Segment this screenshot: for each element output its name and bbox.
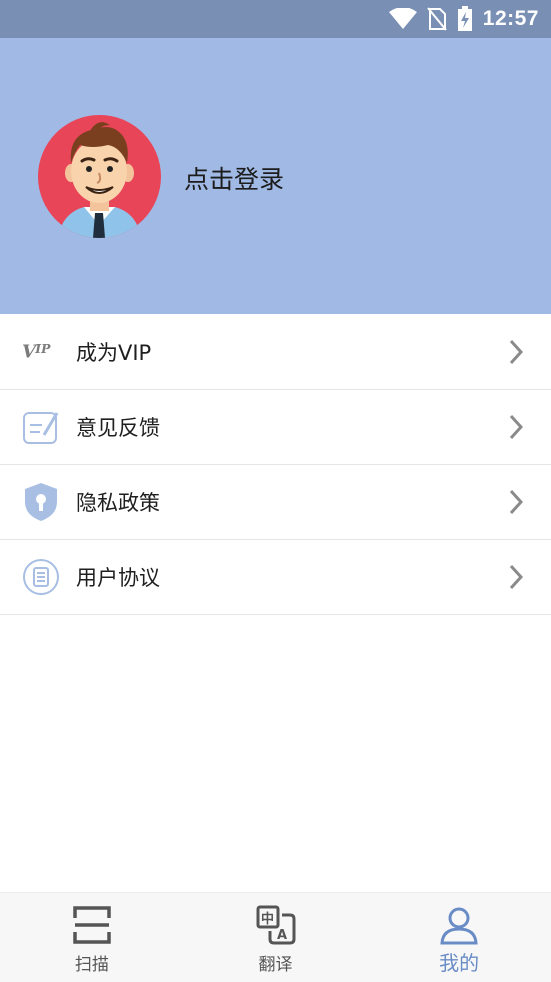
no-sim-icon	[427, 7, 447, 31]
chevron-right-icon	[509, 564, 523, 590]
menu-item-privacy[interactable]: 隐私政策	[0, 465, 551, 540]
tab-label-mine: 我的	[439, 951, 480, 975]
menu-item-user-agreement[interactable]: 用户协议	[0, 540, 551, 615]
profile-header: 点击登录	[0, 38, 551, 314]
svg-text:中: 中	[261, 911, 274, 927]
status-icons: 12:57	[388, 0, 539, 38]
menu-item-vip[interactable]: V IP 成为VIP	[0, 315, 551, 390]
settings-menu: V IP 成为VIP 意见反馈 隐私政策 用户协议	[0, 315, 551, 615]
feedback-icon	[22, 408, 60, 446]
chevron-right-icon	[509, 414, 523, 440]
tab-label-translate: 翻译	[258, 955, 293, 975]
chevron-right-icon	[509, 339, 523, 365]
bottom-navigation: 扫描 中 A 翻译 我的	[0, 892, 551, 982]
svg-text:A: A	[277, 928, 287, 943]
menu-label-privacy: 隐私政策	[76, 491, 160, 515]
tab-label-scan: 扫描	[74, 955, 109, 975]
tab-mine[interactable]: 我的	[367, 893, 551, 982]
wifi-icon	[388, 8, 417, 29]
vip-icon: V IP	[22, 333, 60, 371]
status-bar: 12:57	[0, 0, 551, 38]
avatar-illustration-icon	[58, 122, 141, 238]
menu-label-user-agreement: 用户协议	[76, 566, 160, 590]
scan-icon	[73, 906, 111, 944]
shield-lock-icon	[22, 483, 60, 521]
menu-item-feedback[interactable]: 意见反馈	[0, 390, 551, 465]
tab-scan[interactable]: 扫描	[0, 893, 184, 982]
avatar[interactable]	[38, 115, 161, 238]
user-icon	[440, 907, 478, 945]
status-time: 12:57	[482, 7, 539, 30]
login-link[interactable]: 点击登录	[184, 160, 284, 196]
battery-charging-icon	[457, 6, 472, 31]
menu-label-feedback: 意见反馈	[76, 416, 160, 440]
document-icon	[22, 558, 60, 596]
chevron-right-icon	[509, 489, 523, 515]
menu-label-vip: 成为VIP	[76, 341, 152, 365]
svg-text:IP: IP	[34, 341, 51, 356]
tab-translate[interactable]: 中 A 翻译	[184, 893, 368, 982]
translate-icon: 中 A	[256, 905, 295, 945]
